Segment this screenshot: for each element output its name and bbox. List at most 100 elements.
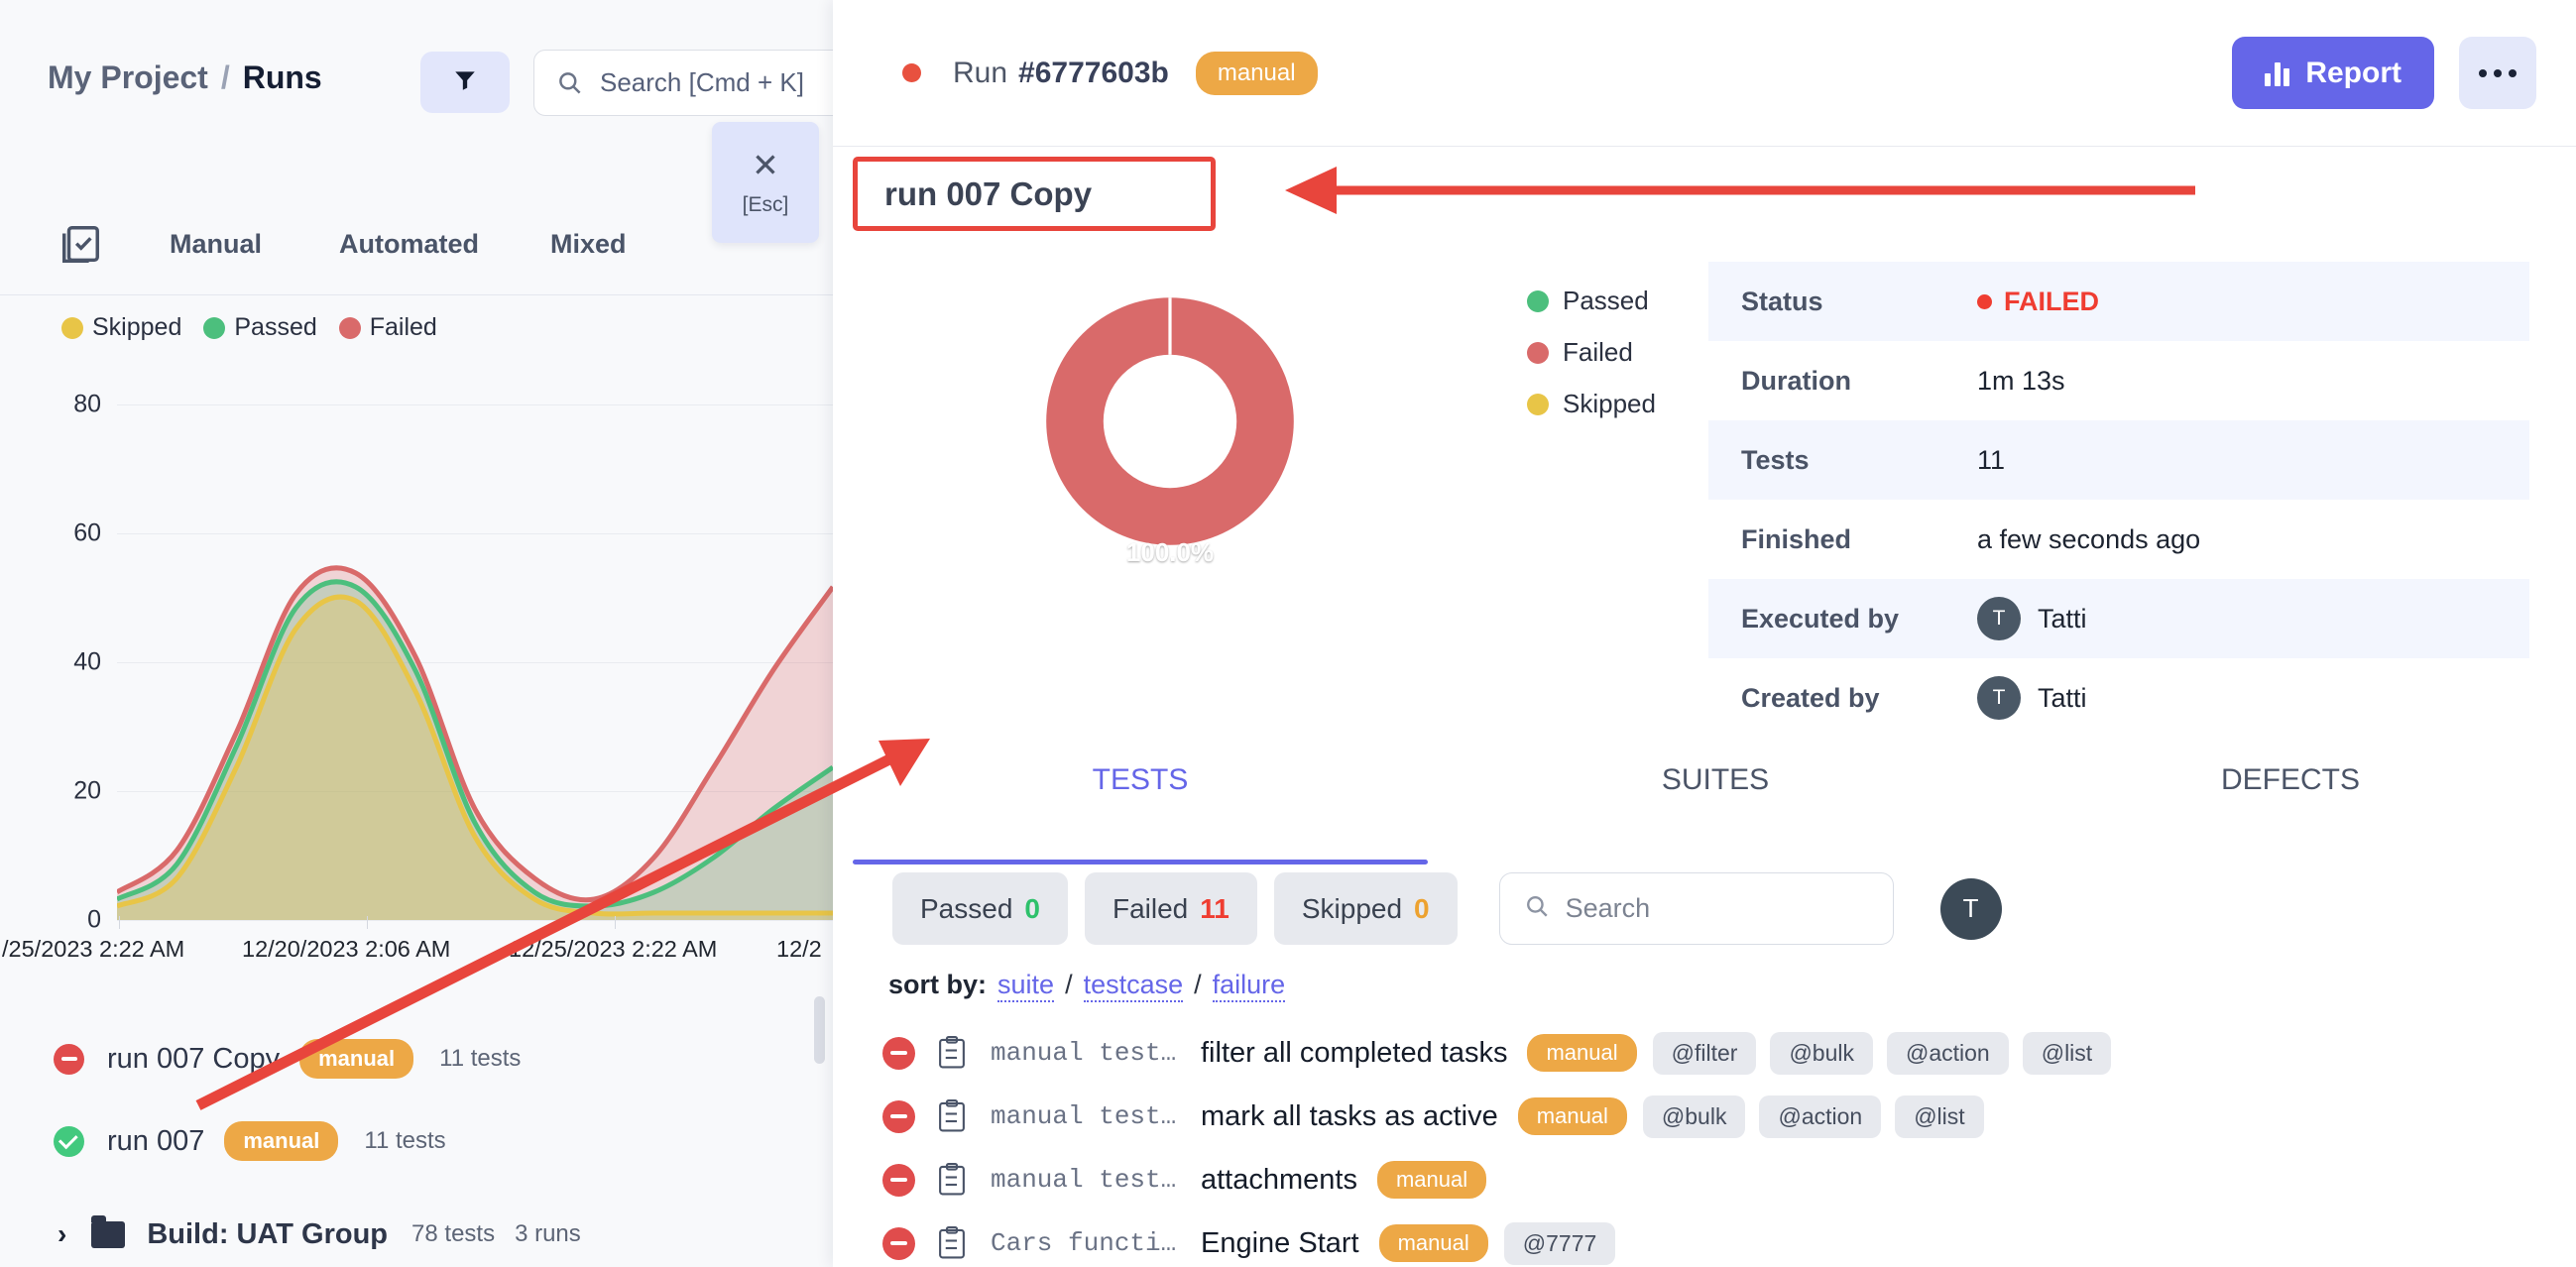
avatar: T	[1977, 597, 2021, 640]
screen: My Project / Runs Search [Cmd + K] ✕ [Es…	[0, 0, 2576, 1267]
global-search-input[interactable]: Search [Cmd + K]	[533, 50, 833, 116]
y-tick-80: 80	[73, 391, 101, 419]
sort-by-failure[interactable]: failure	[1213, 970, 1286, 1002]
runs-trend-chart: Skipped Passed Failed 80 60 40	[0, 295, 833, 989]
donut-percent-label: 100.0%	[1011, 537, 1329, 568]
list-item[interactable]: run 007 Copy manual 11 tests	[0, 1024, 833, 1094]
run-type-badge: manual	[1196, 52, 1318, 95]
filter-chip-failed[interactable]: Failed 11	[1085, 872, 1257, 945]
donut-legend-item-failed[interactable]: Failed	[1527, 337, 1656, 368]
table-row: Executed by T Tatti	[1708, 579, 2529, 658]
sort-by-suite[interactable]: suite	[997, 970, 1054, 1002]
report-button[interactable]: Report	[2232, 37, 2434, 109]
table-row: Created by T Tatti	[1708, 658, 2529, 738]
table-row[interactable]: Cars functi… Engine Start manual @7777	[882, 1211, 2568, 1267]
info-value: Tatti	[2038, 683, 2087, 714]
table-row: Status FAILED	[1708, 262, 2529, 341]
test-tag[interactable]: @filter	[1653, 1032, 1757, 1075]
donut-legend-dot-passed	[1527, 290, 1549, 312]
tab-suites[interactable]: SUITES	[1428, 763, 2003, 841]
testcase-icon	[937, 1225, 967, 1261]
run-test-count: 11 tests	[439, 1045, 521, 1073]
chevron-right-icon[interactable]: ›	[58, 1218, 66, 1250]
global-search-placeholder: Search [Cmd + K]	[600, 67, 804, 98]
test-tag[interactable]: @bulk	[1770, 1032, 1873, 1075]
table-row[interactable]: manual test… filter all completed tasks …	[882, 1021, 2568, 1085]
breadcrumb-current: Runs	[243, 59, 322, 96]
run-test-count: 11 tests	[364, 1127, 445, 1155]
info-key: Created by	[1741, 683, 1977, 714]
tests-search-input[interactable]: Search	[1499, 872, 1894, 945]
run-group-tests: 78 tests	[411, 1220, 495, 1248]
chip-label: Passed	[920, 893, 1012, 925]
test-suite-name: manual test…	[991, 1165, 1201, 1195]
chip-count: 0	[1414, 893, 1430, 925]
run-id: #6777603b	[1018, 57, 1169, 90]
report-button-label: Report	[2305, 57, 2401, 90]
test-tag[interactable]: @list	[2023, 1032, 2111, 1075]
run-status-dot-icon	[902, 63, 921, 82]
run-result-donut-chart: 100.0%	[1011, 238, 1329, 605]
tab-tests[interactable]: TESTS	[853, 763, 1428, 841]
filter-chip-passed[interactable]: Passed 0	[892, 872, 1068, 945]
chip-label: Failed	[1112, 893, 1188, 925]
bar-chart-icon	[2265, 59, 2289, 86]
run-group-item[interactable]: › Build: UAT Group 78 tests 3 runs	[0, 1200, 833, 1267]
more-options-button[interactable]	[2459, 37, 2536, 109]
testcase-icon	[937, 1162, 967, 1198]
filter-icon	[452, 67, 478, 98]
test-tag[interactable]: @bulk	[1643, 1095, 1746, 1138]
tab-defects[interactable]: DEFECTS	[2003, 763, 2576, 841]
run-type-badge: manual	[224, 1121, 338, 1161]
donut-legend-item-skipped[interactable]: Skipped	[1527, 389, 1656, 419]
test-tag[interactable]: @list	[1895, 1095, 1983, 1138]
run-name-input-value: run 007 Copy	[884, 175, 1092, 213]
drawer-header: Run #6777603b manual Report	[833, 0, 2576, 147]
sort-by-separator: /	[1065, 970, 1073, 1000]
filter-button[interactable]	[420, 52, 510, 113]
test-title: mark all tasks as active	[1201, 1100, 1498, 1133]
test-type-badge: manual	[1379, 1224, 1488, 1262]
sort-by-label: sort by:	[888, 970, 987, 1000]
run-status-failed-icon	[54, 1044, 84, 1075]
list-item[interactable]: run 007 manual 11 tests	[0, 1106, 833, 1176]
y-tick-20: 20	[73, 777, 101, 806]
tab-automated[interactable]: Automated	[339, 229, 479, 260]
filter-chip-skipped[interactable]: Skipped 0	[1274, 872, 1458, 945]
test-type-badge: manual	[1518, 1097, 1627, 1135]
user-avatar-button[interactable]: T	[1940, 878, 2002, 940]
folder-icon	[91, 1221, 125, 1248]
run-group-runs: 3 runs	[515, 1220, 581, 1248]
runs-page: My Project / Runs Search [Cmd + K] ✕ [Es…	[0, 0, 833, 1267]
test-tag[interactable]: @action	[1759, 1095, 1881, 1138]
tab-mixed[interactable]: Mixed	[550, 229, 627, 260]
test-title: attachments	[1201, 1164, 1357, 1197]
run-type-badge: manual	[299, 1039, 413, 1079]
test-tag[interactable]: @action	[1887, 1032, 2009, 1075]
run-status-passed-icon	[54, 1126, 84, 1157]
run-name-input[interactable]: run 007 Copy	[853, 157, 1216, 231]
run-name: run 007 Copy	[107, 1043, 280, 1076]
chart-y-axis: 80 60 40 20 0	[0, 295, 119, 989]
sort-by-testcase[interactable]: testcase	[1084, 970, 1184, 1002]
info-key: Finished	[1741, 524, 1977, 555]
donut-legend-item-passed[interactable]: Passed	[1527, 286, 1656, 316]
avatar: T	[1977, 676, 2021, 720]
info-key: Duration	[1741, 366, 1977, 397]
status-badge: FAILED	[1977, 287, 2099, 317]
tab-manual[interactable]: Manual	[170, 229, 262, 260]
breadcrumb-project[interactable]: My Project	[48, 59, 208, 96]
donut-legend-dot-skipped	[1527, 394, 1549, 415]
run-info-table: Status FAILED Duration 1m 13s Tests 11 F…	[1708, 262, 2529, 738]
search-icon	[1524, 893, 1550, 924]
table-row[interactable]: manual test… mark all tasks as active ma…	[882, 1085, 2568, 1148]
info-value: FAILED	[2004, 287, 2099, 317]
test-title: filter all completed tasks	[1201, 1037, 1507, 1070]
donut-legend: Passed Failed Skipped	[1527, 286, 1656, 440]
run-name: run 007	[107, 1125, 204, 1158]
info-key: Status	[1741, 287, 1977, 317]
info-key: Tests	[1741, 445, 1977, 476]
test-suite-name: Cars functi…	[991, 1228, 1201, 1258]
table-row[interactable]: manual test… attachments manual	[882, 1148, 2568, 1211]
test-tag[interactable]: @7777	[1504, 1222, 1616, 1265]
